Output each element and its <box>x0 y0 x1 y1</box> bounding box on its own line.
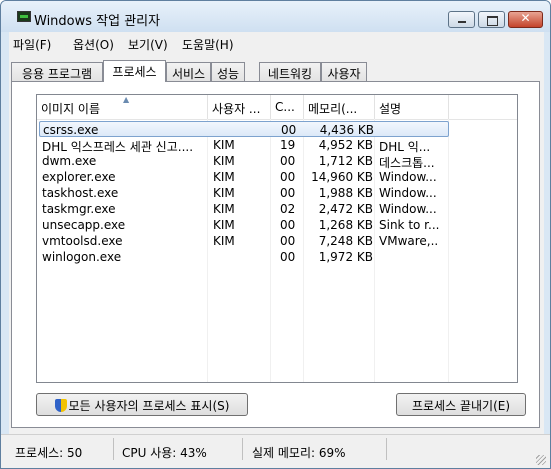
uac-shield-icon <box>54 399 67 412</box>
close-icon: ✕ <box>520 11 531 25</box>
tab-performance[interactable]: 성능 <box>211 62 245 81</box>
menu-view[interactable]: 보기(V) <box>128 36 168 53</box>
tab-applications[interactable]: 응용 프로그램 <box>11 62 103 81</box>
menu-file[interactable]: 파일(F) <box>13 36 51 53</box>
tab-networking[interactable]: 네트워킹 <box>259 62 321 81</box>
table-row[interactable]: dwm.exe KIM 00 1,712 KB 데스크톱... <box>39 153 449 170</box>
list-header: 이미지 이름 ▲ 사용자 ... C... 메모리(... 설명 <box>37 95 517 120</box>
task-manager-window: Windows 작업 관리자 ✕ 파일(F) 옵션(O) 보기(V) 도움말(H… <box>0 0 551 469</box>
title-bar[interactable]: Windows 작업 관리자 ✕ <box>1 1 550 32</box>
table-row[interactable]: taskhost.exe KIM 00 1,988 KB Window... <box>39 185 449 201</box>
processes-panel: 이미지 이름 ▲ 사용자 ... C... 메모리(... 설명 csrss.e… <box>11 81 540 428</box>
table-row[interactable]: unsecapp.exe KIM 00 1,268 KB Sink to r... <box>39 217 449 233</box>
menu-options[interactable]: 옵션(O) <box>73 36 114 53</box>
window-body: 파일(F) 옵션(O) 보기(V) 도움말(H) 응용 프로그램 프로세스 서비… <box>9 32 544 461</box>
table-row[interactable]: vmtoolsd.exe KIM 00 7,248 KB VMware,... <box>39 233 449 249</box>
menu-help[interactable]: 도움말(H) <box>182 36 234 53</box>
process-list[interactable]: 이미지 이름 ▲ 사용자 ... C... 메모리(... 설명 csrss.e… <box>36 94 518 383</box>
tab-processes[interactable]: 프로세스 <box>103 60 166 82</box>
tab-services[interactable]: 서비스 <box>166 62 211 81</box>
close-button[interactable]: ✕ <box>508 11 543 28</box>
window-title: Windows 작업 관리자 <box>34 14 161 29</box>
column-user-name[interactable]: 사용자 ... <box>208 95 271 119</box>
status-process-count: 프로세스: 50 <box>15 446 83 460</box>
resize-grip[interactable] <box>536 455 546 465</box>
status-memory-usage: 실제 메모리: 69% <box>252 446 346 460</box>
table-row[interactable]: winlogon.exe 00 1,972 KB <box>39 249 449 265</box>
menu-bar: 파일(F) 옵션(O) 보기(V) 도움말(H) <box>9 32 544 54</box>
task-manager-icon <box>17 11 31 22</box>
maximize-button[interactable] <box>478 11 505 28</box>
status-cpu-usage: CPU 사용: 43% <box>122 446 207 460</box>
tab-strip: 응용 프로그램 프로세스 서비스 성능 네트워킹 사용자 <box>9 60 544 82</box>
status-bar: 프로세스: 50 CPU 사용: 43% 실제 메모리: 69% <box>1 434 550 468</box>
show-all-processes-button[interactable]: 모든 사용자의 프로세스 표시(S) <box>36 393 248 416</box>
minimize-button[interactable] <box>448 11 475 28</box>
column-image-name[interactable]: 이미지 이름 ▲ <box>37 95 208 119</box>
table-row[interactable]: DHL 익스프레스 세관 신고.... KIM 19 4,952 KB DHL 익... <box>39 137 449 154</box>
column-cpu[interactable]: C... <box>271 95 304 119</box>
table-row[interactable]: taskmgr.exe KIM 02 2,472 KB Window... <box>39 201 449 217</box>
column-description[interactable]: 설명 <box>375 95 449 119</box>
table-row[interactable]: csrss.exe 00 4,436 KB <box>39 121 449 137</box>
column-memory[interactable]: 메모리(... <box>304 95 375 119</box>
table-row[interactable]: explorer.exe KIM 00 14,960 KB Window... <box>39 169 449 185</box>
tab-users[interactable]: 사용자 <box>321 62 367 81</box>
sort-ascending-icon: ▲ <box>123 95 130 104</box>
end-process-button[interactable]: 프로세스 끝내기(E) <box>396 393 526 416</box>
